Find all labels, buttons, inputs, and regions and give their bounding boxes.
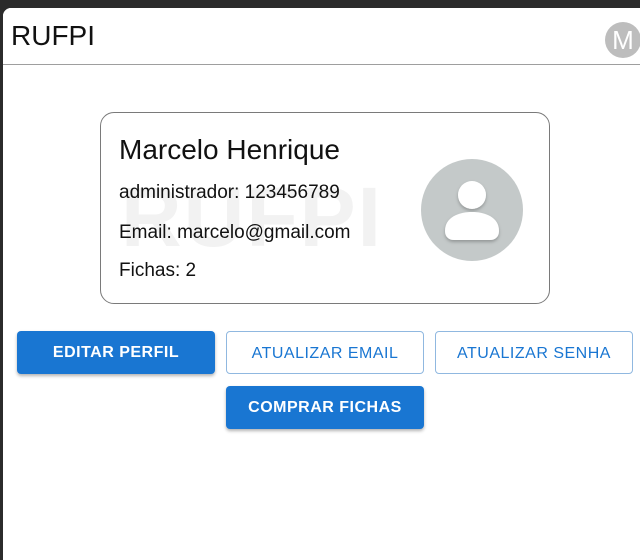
profile-name: Marcelo Henrique [119, 134, 340, 165]
profile-card: RUFPI Marcelo Henrique administrador: 12… [100, 112, 550, 304]
edit-profile-button[interactable]: EDITAR PERFIL [17, 331, 215, 374]
app-window: RUFPI M RUFPI Marcelo Henrique administr… [3, 8, 640, 560]
profile-avatar [421, 159, 523, 261]
user-avatar-button[interactable]: M [605, 22, 640, 58]
update-email-button[interactable]: ATUALIZAR EMAIL [226, 331, 424, 374]
buy-tokens-button[interactable]: COMPRAR FICHAS [226, 386, 424, 429]
person-icon [445, 181, 499, 240]
app-title: RUFPI [11, 20, 95, 51]
profile-email: Email: marcelo@gmail.com [119, 222, 351, 243]
top-app-bar: RUFPI M [3, 8, 640, 65]
update-password-button[interactable]: ATUALIZAR SENHA [435, 331, 633, 374]
profile-role: administrador: 123456789 [119, 182, 340, 203]
profile-tokens: Fichas: 2 [119, 260, 197, 281]
